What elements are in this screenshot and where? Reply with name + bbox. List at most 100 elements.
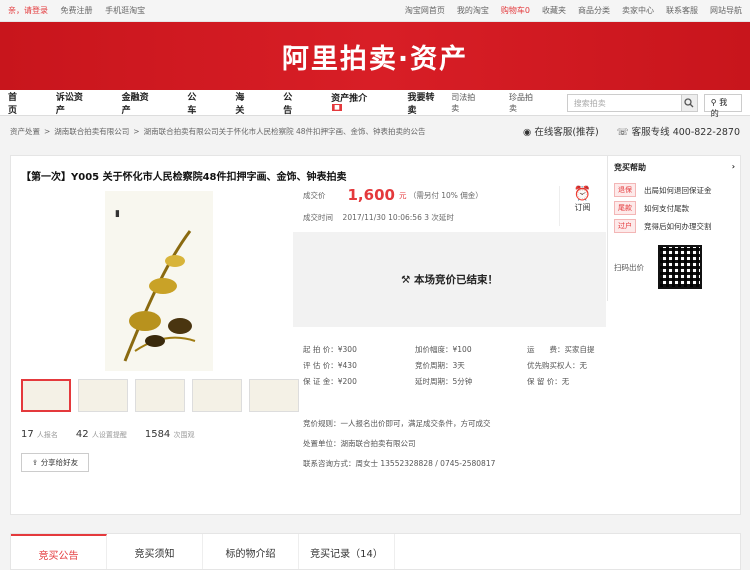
help-title: 竞买帮助 (614, 163, 646, 172)
help-tag: 退保 (614, 183, 636, 197)
detail-item: 优先购买权人：无 (527, 361, 587, 370)
stat-value: 1584 (144, 429, 171, 440)
price-label: 成交价 (303, 190, 326, 200)
banner: 阿里拍卖·资产 (0, 22, 750, 90)
stat-views: 1584 次围观 (145, 429, 195, 440)
help-item[interactable]: 过户 竞得后如何办理交割 (614, 219, 735, 233)
time-value: 2017/11/30 10:06:56 3 次延时 (342, 212, 454, 222)
stat-label: 次围观 (173, 431, 195, 439)
topbar-link[interactable]: 网站导航 (710, 5, 742, 16)
crumb-item: 湖南联合拍卖有限公司关于怀化市人民检察院 48件扣押字画、金饰、钟表拍卖的公告 (143, 126, 426, 136)
cart-link[interactable]: 购物车0 (501, 5, 530, 16)
thumbnail[interactable] (192, 379, 242, 412)
rule-handler[interactable]: 处置单位：湖南联合拍卖有限公司 (303, 434, 495, 454)
topbar-link[interactable]: 收藏夹 (542, 5, 566, 16)
tab-item-intro[interactable]: 标的物介绍 (203, 534, 299, 569)
tab-records[interactable]: 竞买记录（14） (299, 534, 395, 569)
nav-promo-label: 资产推介 (331, 94, 368, 104)
rule-bidding: 竞价规则：一人报名出价即可，满足成交条件，方可成交 (303, 419, 491, 428)
detail-item: 起 拍 价：¥300 (303, 345, 357, 354)
help-item[interactable]: 退保 出局如何退回保证金 (614, 183, 735, 197)
help-item[interactable]: 尾款 如何支付尾款 (614, 201, 735, 215)
chevron-right-icon[interactable]: › (732, 162, 735, 173)
thumbnail[interactable] (21, 379, 71, 412)
nav-notice[interactable]: 公告 (283, 90, 301, 116)
main-nav: 首页 诉讼资产 金融资产 公车 海关 公告 资产推介■ 我要转卖 司法拍卖 珍品… (0, 90, 750, 118)
stats: 17 人报名 42 人设置提醒 1584 次围观 (21, 429, 194, 440)
nav-treasure[interactable]: 珍品拍卖 (509, 92, 541, 114)
topbar-link[interactable]: 商品分类 (578, 5, 610, 16)
topbar-link[interactable]: 卖家中心 (622, 5, 654, 16)
detail-item: 评 估 价：¥430 (303, 361, 357, 370)
nav-litigation[interactable]: 诉讼资产 (56, 90, 92, 116)
thumbnail[interactable] (78, 379, 128, 412)
thumbnail-strip (21, 379, 299, 412)
nav-car[interactable]: 公车 (187, 90, 205, 116)
stat-value: 17 (21, 429, 34, 440)
detail-item: 竞价周期：3天 (415, 361, 465, 370)
clock-icon: ⏰ (573, 186, 592, 202)
nav-resell[interactable]: 我要转卖 (407, 90, 443, 116)
price-value: 1,600 (347, 186, 395, 204)
search-input[interactable]: 搜索拍卖 (566, 93, 682, 112)
search-button[interactable] (681, 93, 698, 112)
tab-notice[interactable]: 竞买公告 (11, 534, 107, 569)
hotline-label: 客服专线 400-822-2870 (631, 127, 740, 138)
price-info: 成交价 1,600 元 （需另付 10% 佣金） 成交时间 2017/11/30 1… (303, 184, 603, 228)
crumb-item[interactable]: 资产处置 (10, 126, 40, 137)
rules: 竞价规则：一人报名出价即可，满足成交条件，方可成交 处置单位：湖南联合拍卖有限公… (303, 414, 495, 474)
svg-text:▮: ▮ (115, 209, 120, 219)
breadcrumb: 资产处置 > 湖南联合拍卖有限公司 > 湖南联合拍卖有限公司关于怀化市人民检察院 4… (0, 116, 750, 146)
topbar-link[interactable]: 我的淘宝 (457, 5, 489, 16)
top-bar: 亲，请登录 免费注册 手机逛淘宝 淘宝网首页 我的淘宝 购物车0 收藏夹 商品分… (0, 0, 750, 22)
detail-item: 加价幅度：¥100 (415, 345, 472, 354)
subscribe-label: 订阅 (574, 203, 591, 212)
subscribe-button[interactable]: ⏰ 订阅 (559, 186, 605, 226)
detail-item: 延时周期：5分钟 (415, 377, 473, 386)
mine-button[interactable]: ⚲ 我的 (703, 93, 742, 118)
mine-label: 我的 (710, 97, 728, 118)
thumbnail[interactable] (249, 379, 299, 412)
topbar-link[interactable]: 联系客服 (666, 5, 698, 16)
nav-judicial[interactable]: 司法拍卖 (451, 92, 483, 114)
search-box: 搜索拍卖 ⚲ 我的 (566, 93, 742, 118)
share-label: 分享给好友 (40, 458, 79, 467)
help-text: 出局如何退回保证金 (644, 185, 712, 195)
stat-label: 人设置提醒 (91, 431, 127, 439)
tab-rules[interactable]: 竞买须知 (107, 534, 203, 569)
share-button[interactable]: ⇪ 分享给好友 (21, 453, 90, 472)
detail-item: 保 留 价：无 (527, 377, 570, 386)
stat-label: 人报名 (36, 431, 58, 439)
help-panel: 竞买帮助 › 退保 出局如何退回保证金 尾款 如何支付尾款 过户 竞得后如何办理交割 扫… (607, 156, 741, 301)
detail-item: 运 费：买家自提 (527, 345, 595, 354)
gavel-icon: ⚒ (400, 273, 411, 286)
help-text: 如何支付尾款 (644, 203, 689, 213)
help-tag: 尾款 (614, 201, 636, 215)
mobile-link[interactable]: 手机逛淘宝 (105, 6, 145, 15)
nav-home[interactable]: 首页 (8, 90, 26, 116)
stat-value: 42 (75, 429, 89, 440)
stat-signups: 17 人报名 (21, 429, 58, 440)
login-link[interactable]: 亲，请登录 (8, 6, 48, 15)
nav-promo[interactable]: 资产推介■ (331, 91, 377, 114)
stat-reminders: 42 人设置提醒 (76, 429, 127, 440)
hotline: ☏ 客服专线 400-822-2870 (617, 124, 740, 138)
scan-label: 扫码出价 (614, 262, 644, 272)
thumbnail[interactable] (135, 379, 185, 412)
online-service[interactable]: ◉ 在线客服(推荐) (523, 124, 599, 138)
hot-badge: ■ (332, 104, 342, 111)
phone-icon: ☏ (616, 127, 629, 138)
detail-tabs: 竞买公告 竞买须知 标的物介绍 竞买记录（14） (10, 533, 741, 570)
qr-code (658, 245, 702, 289)
nav-customs[interactable]: 海关 (235, 90, 253, 116)
auction-ended: ⚒ 本场竞价已结束！ (293, 232, 606, 327)
topbar-link[interactable]: 淘宝网首页 (405, 5, 445, 16)
ended-text: 本场竞价已结束！ (414, 274, 499, 286)
banner-title: 阿里拍卖·资产 (281, 43, 469, 75)
main-image[interactable]: ▮ (105, 191, 213, 371)
nav-finance[interactable]: 金融资产 (122, 90, 158, 116)
crumb-item[interactable]: 湖南联合拍卖有限公司 (54, 126, 129, 137)
register-link[interactable]: 免费注册 (61, 6, 93, 15)
search-icon (684, 97, 694, 107)
item-title: 【第一次】Y005 关于怀化市人民检察院48件扣押字画、金饰、钟表拍卖 (21, 172, 347, 183)
